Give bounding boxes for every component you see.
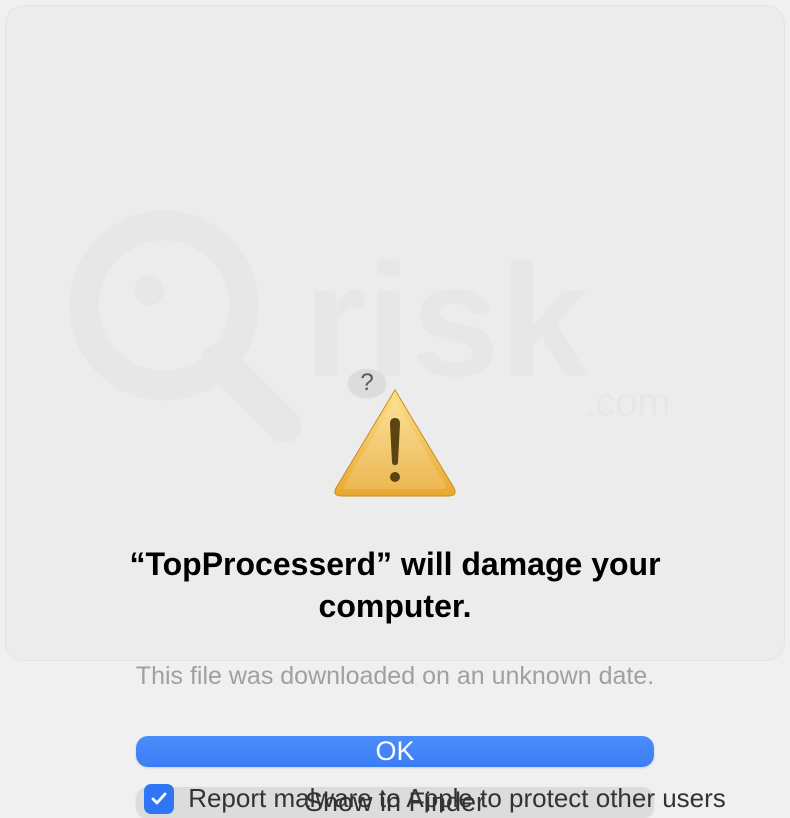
svg-text:.com: .com <box>584 381 671 425</box>
report-malware-row: Report malware to Apple to protect other… <box>144 783 726 814</box>
checkmark-icon <box>149 789 169 809</box>
dialog-title: “TopProcesserd” will damage your compute… <box>95 544 695 627</box>
ok-button[interactable]: OK <box>136 736 654 767</box>
svg-text:risk: risk <box>304 231 590 410</box>
dialog-subtitle: This file was downloaded on an unknown d… <box>136 662 654 691</box>
report-malware-checkbox[interactable] <box>144 784 174 814</box>
report-malware-label: Report malware to Apple to protect other… <box>188 783 726 814</box>
malware-warning-dialog: risk .com ? “TopProcesserd” w <box>6 6 784 660</box>
warning-icon <box>330 384 460 504</box>
